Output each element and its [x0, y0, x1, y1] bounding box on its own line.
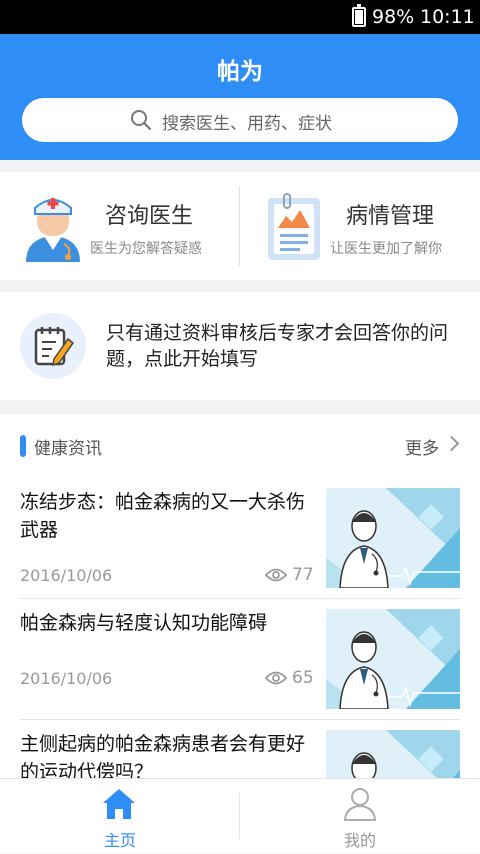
- news-thumbnail: [326, 609, 460, 709]
- search-bar[interactable]: 搜索医生、用药、症状: [22, 98, 458, 142]
- bottom-tab-bar: 主页 我的: [0, 778, 480, 853]
- health-news-section: 健康资讯 更多 冻结步态：帕金森病的又一大杀伤武器 2016/10/06 77: [0, 414, 480, 778]
- doctor-illustration: [326, 730, 460, 778]
- battery-icon: [352, 4, 366, 27]
- news-item-views: 65: [292, 668, 314, 688]
- user-icon: [343, 788, 377, 821]
- page-title: 帕为: [217, 59, 263, 85]
- news-item-title: 帕金森病与轻度认知功能障碍: [20, 612, 268, 634]
- card-subtitle-consult: 医生为您解答疑惑: [90, 241, 202, 257]
- notice-icon-bg: [20, 313, 86, 379]
- news-thumbnail: [326, 730, 460, 778]
- edit-form-icon: [34, 327, 74, 367]
- eye-icon: [265, 671, 287, 685]
- verification-notice[interactable]: 只有通过资料审核后专家才会回答你的问题，点此开始填写: [0, 292, 480, 400]
- search-placeholder: 搜索医生、用药、症状: [162, 114, 332, 134]
- news-item-date: 2016/10/06: [20, 566, 113, 585]
- more-link[interactable]: 更多: [405, 434, 439, 459]
- doctor-icon: [26, 198, 80, 262]
- card-subtitle-management: 让医生更加了解你: [330, 241, 442, 257]
- news-item-views: 77: [292, 565, 314, 585]
- eye-icon: [265, 568, 287, 582]
- card-title-consult: 咨询医生: [105, 204, 194, 229]
- news-item-title: 主侧起病的帕金森病患者会有更好的运动代偿吗？: [20, 733, 306, 778]
- news-item-date: 2016/10/06: [20, 669, 113, 688]
- card-title-management: 病情管理: [346, 204, 435, 229]
- home-icon: [103, 789, 135, 819]
- medical-record-icon: [268, 193, 320, 260]
- doctor-illustration: [326, 609, 460, 709]
- news-item[interactable]: 冻结步态：帕金森病的又一大杀伤武器 2016/10/06 77: [0, 488, 480, 608]
- tab-mine[interactable]: 我的: [240, 779, 480, 854]
- notice-text: 只有通过资料审核后专家才会回答你的问题，点此开始填写: [106, 322, 449, 370]
- condition-management-card[interactable]: 病情管理 让医生更加了解你: [240, 172, 480, 280]
- chevron-right-icon[interactable]: [443, 435, 460, 452]
- search-icon: [131, 110, 152, 131]
- news-thumbnail: [326, 488, 460, 588]
- news-item[interactable]: 主侧起病的帕金森病患者会有更好的运动代偿吗？: [0, 730, 480, 778]
- battery-percent: 98%: [372, 6, 415, 28]
- tab-label-home: 主页: [103, 831, 136, 850]
- clock: 10:11: [420, 6, 475, 28]
- row-divider: [20, 719, 460, 720]
- section-accent-bar: [20, 435, 26, 457]
- app-header: 帕为 搜索医生、用药、症状: [0, 34, 480, 160]
- consult-doctor-card[interactable]: 咨询医生 医生为您解答疑惑: [0, 172, 240, 280]
- row-divider: [20, 598, 460, 599]
- news-section-title: 健康资讯: [34, 439, 102, 459]
- news-item[interactable]: 帕金森病与轻度认知功能障碍 2016/10/06 65: [0, 609, 480, 729]
- doctor-illustration: [326, 488, 460, 588]
- tab-label-mine: 我的: [343, 831, 376, 850]
- feature-cards: 咨询医生 医生为您解答疑惑 病情管理 让医生更加了解你: [0, 172, 480, 280]
- news-header: 健康资讯 更多: [0, 414, 480, 476]
- news-item-title: 冻结步态：帕金森病的又一大杀伤武器: [20, 491, 306, 541]
- status-bar: 98% 10:11: [0, 0, 480, 34]
- tab-home[interactable]: 主页: [0, 779, 240, 854]
